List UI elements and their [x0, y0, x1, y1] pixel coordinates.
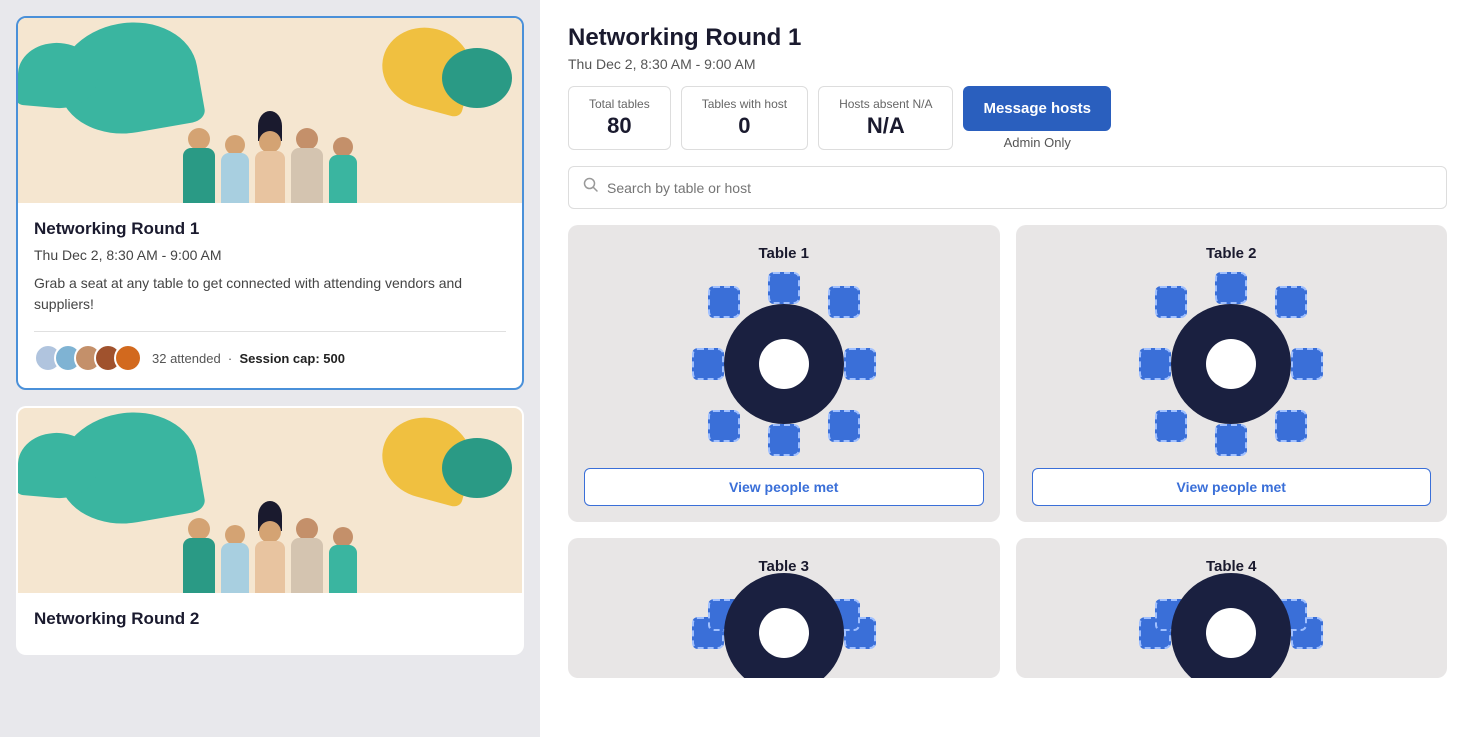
card-content: Networking Round 2	[18, 593, 522, 653]
person-figure	[291, 128, 323, 203]
seat	[1215, 272, 1247, 304]
seat	[1155, 410, 1187, 442]
stat-total-tables-label: Total tables	[589, 97, 650, 111]
tables-grid: Table 1 View people met Table 2	[568, 225, 1447, 678]
stat-tables-with-host: Tables with host 0	[681, 86, 808, 150]
attended-count: 32 attended	[152, 351, 221, 366]
table-diagram-4	[1141, 587, 1321, 678]
message-hosts-button[interactable]: Message hosts	[963, 86, 1111, 131]
person-figure	[221, 135, 249, 203]
search-input[interactable]	[607, 180, 1432, 196]
card-description: Grab a seat at any table to get connecte…	[34, 273, 506, 315]
seat	[828, 286, 860, 318]
session-card-round1[interactable]: Networking Round 1 Thu Dec 2, 8:30 AM - …	[16, 16, 524, 390]
stat-total-tables: Total tables 80	[568, 86, 671, 150]
seat	[1291, 348, 1323, 380]
session-datetime: Thu Dec 2, 8:30 AM - 9:00 AM	[568, 56, 1447, 72]
card-image-round2	[18, 408, 522, 593]
seat	[692, 348, 724, 380]
card-footer: 32 attended · Session cap: 500	[34, 344, 506, 372]
decorative-bubble	[442, 438, 512, 498]
search-icon	[583, 177, 599, 198]
people-illustration	[18, 111, 522, 203]
table-center	[1206, 339, 1256, 389]
person-figure	[183, 518, 215, 593]
person-figure	[183, 128, 215, 203]
person-figure	[255, 111, 285, 203]
person-figure	[291, 518, 323, 593]
avatar-group	[34, 344, 142, 372]
table-ring	[1171, 304, 1291, 424]
person-figure	[329, 137, 357, 203]
search-bar[interactable]	[568, 166, 1447, 209]
table-center	[759, 339, 809, 389]
card-title: Networking Round 1	[34, 219, 506, 239]
table-diagram-2	[1141, 274, 1321, 454]
admin-only-label: Admin Only	[1004, 135, 1071, 150]
table-card-2[interactable]: Table 2 View people met	[1016, 225, 1448, 522]
stats-row: Total tables 80 Tables with host 0 Hosts…	[568, 86, 1447, 150]
table-ring	[1171, 573, 1291, 679]
seat	[1139, 348, 1171, 380]
table-diagram-3	[694, 587, 874, 678]
right-panel: Networking Round 1 Thu Dec 2, 8:30 AM - …	[540, 0, 1475, 737]
message-hosts-wrapper: Message hosts Admin Only	[963, 86, 1111, 150]
left-panel: Networking Round 1 Thu Dec 2, 8:30 AM - …	[0, 0, 540, 737]
stat-tables-with-host-label: Tables with host	[702, 97, 787, 111]
card-title: Networking Round 2	[34, 609, 506, 629]
avatar	[114, 344, 142, 372]
table-card-3[interactable]: Table 3	[568, 538, 1000, 678]
table-label-2: Table 2	[1206, 245, 1257, 262]
seat	[1275, 286, 1307, 318]
stat-hosts-absent-value: N/A	[839, 113, 932, 139]
decorative-bubble	[442, 48, 512, 108]
stat-hosts-absent-label: Hosts absent N/A	[839, 97, 932, 111]
seat	[708, 286, 740, 318]
session-title: Networking Round 1	[568, 24, 1447, 52]
table-card-4[interactable]: Table 4	[1016, 538, 1448, 678]
table-center	[1206, 608, 1256, 658]
seat	[1215, 424, 1247, 456]
session-card-round2[interactable]: Networking Round 2	[16, 406, 524, 655]
table-ring	[724, 573, 844, 679]
table-card-1[interactable]: Table 1 View people met	[568, 225, 1000, 522]
person-figure	[255, 501, 285, 593]
card-divider	[34, 331, 506, 332]
table-ring	[724, 304, 844, 424]
session-header: Networking Round 1 Thu Dec 2, 8:30 AM - …	[568, 24, 1447, 150]
table-center	[759, 608, 809, 658]
people-illustration	[18, 501, 522, 593]
stat-hosts-absent: Hosts absent N/A N/A	[818, 86, 953, 150]
seat	[708, 410, 740, 442]
card-meta: 32 attended · Session cap: 500	[152, 351, 345, 366]
seat	[828, 410, 860, 442]
view-people-met-button-1[interactable]: View people met	[584, 468, 984, 506]
table-diagram-1	[694, 274, 874, 454]
session-cap: Session cap: 500	[239, 351, 345, 366]
seat	[1155, 286, 1187, 318]
table-label-1: Table 1	[758, 245, 809, 262]
seat	[768, 272, 800, 304]
person-figure	[221, 525, 249, 593]
seat	[1275, 410, 1307, 442]
view-people-met-button-2[interactable]: View people met	[1032, 468, 1432, 506]
card-content: Networking Round 1 Thu Dec 2, 8:30 AM - …	[18, 203, 522, 388]
seat	[844, 348, 876, 380]
card-time: Thu Dec 2, 8:30 AM - 9:00 AM	[34, 247, 506, 263]
stat-tables-with-host-value: 0	[702, 113, 787, 139]
stat-total-tables-value: 80	[589, 113, 650, 139]
seat	[768, 424, 800, 456]
person-figure	[329, 527, 357, 593]
card-image-round1	[18, 18, 522, 203]
